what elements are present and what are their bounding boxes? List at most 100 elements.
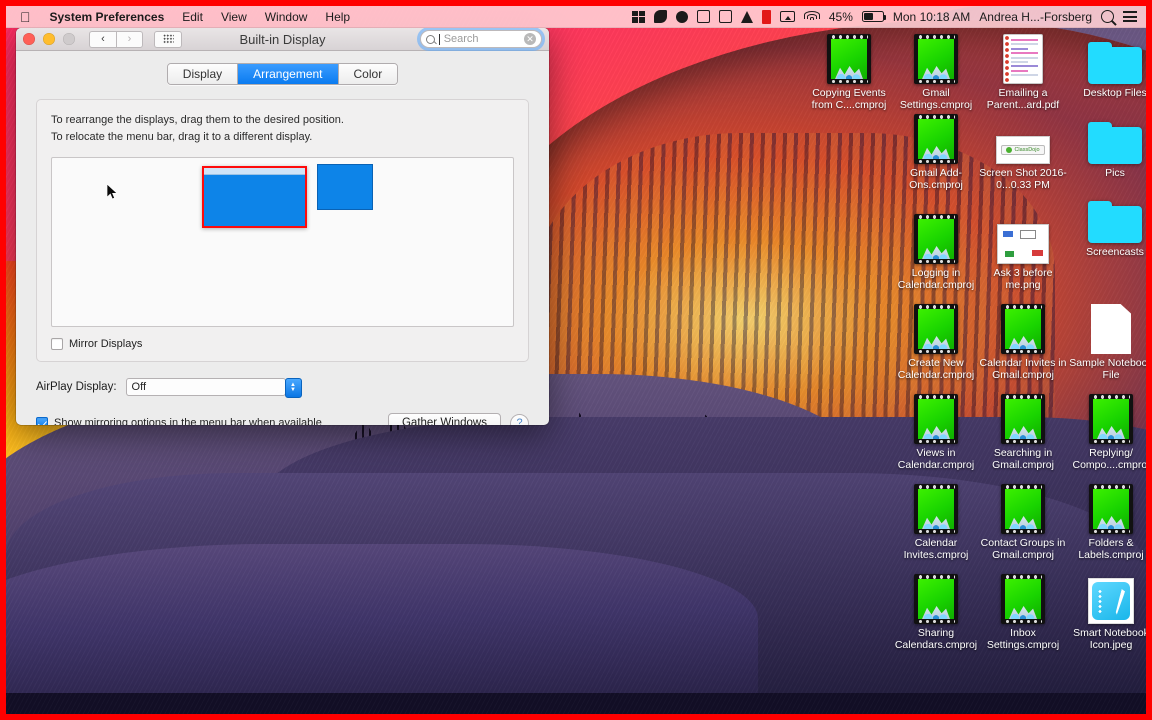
display-menu-bar-strip[interactable] (204, 168, 305, 176)
desktop-icon[interactable]: Pics (1067, 112, 1146, 179)
window-title-bar[interactable]: ‹ › Built-in Display ✕ (16, 28, 549, 51)
cmproj-file-icon (888, 572, 984, 624)
desktop-icon-label: Contact Groups in Gmail.cmproj (980, 537, 1066, 562)
mirror-displays-checkbox[interactable] (51, 338, 63, 351)
show-mirroring-label: Show mirroring options in the menu bar w… (54, 417, 322, 425)
primary-display-rect[interactable] (202, 166, 307, 229)
desktop-icon[interactable]: Searching in Gmail.cmproj (975, 392, 1071, 472)
png-file-icon (975, 212, 1071, 264)
navigation-buttons: ‹ › (89, 30, 143, 48)
help-button[interactable]: ? (510, 413, 529, 425)
desktop-icon-label: Sharing Calendars.cmproj (894, 627, 978, 652)
archive-icon[interactable] (718, 10, 732, 23)
desktop-icon-label: Desktop Files (1083, 87, 1146, 99)
show-all-grid-icon (162, 34, 174, 44)
system-preferences-window: ‹ › Built-in Display ✕ Display Arrangeme… (16, 28, 549, 425)
clear-search-icon[interactable]: ✕ (524, 33, 536, 45)
apple-logo-icon[interactable]:  (12, 6, 41, 28)
desktop-icon-label: Calendar Invites in Gmail.cmproj (979, 357, 1067, 382)
desktop-icon[interactable]: Logging in Calendar.cmproj (888, 212, 984, 292)
traffic-lights (23, 33, 75, 45)
hint-line-1: To rearrange the displays, drag them to … (51, 114, 344, 126)
show-all-button[interactable] (154, 30, 182, 48)
minimize-button[interactable] (43, 33, 55, 45)
airplay-display-select[interactable]: Off ▲ ▼ (125, 378, 302, 399)
screen-recording-frame: Copying Events from C....cmproj Gmail Set… (0, 0, 1152, 720)
menu-help[interactable]: Help (316, 6, 359, 28)
text-caret (439, 33, 440, 45)
menu-system-preferences[interactable]: System Preferences (41, 6, 174, 28)
desktop-icon[interactable]: Views in Calendar.cmproj (888, 392, 984, 472)
desktop-icon[interactable]: Copying Events from C....cmproj (801, 32, 897, 112)
menu-window[interactable]: Window (256, 6, 317, 28)
desktop-icon[interactable]: Smart Notebook Icon.jpeg (1063, 572, 1146, 652)
menu-view[interactable]: View (212, 6, 256, 28)
tab-display[interactable]: Display (167, 64, 239, 84)
mirror-displays-row[interactable]: Mirror Displays (51, 338, 514, 351)
recording-icon[interactable] (761, 9, 771, 24)
zoom-button[interactable] (63, 33, 75, 45)
desktop-icon-label: Folders & Labels.cmproj (1078, 537, 1144, 562)
jpeg-file-icon (1063, 572, 1146, 624)
desktop-icon-label: Copying Events from C....cmproj (811, 87, 887, 112)
menu-bar-clock[interactable]: Mon 10:18 AM (893, 10, 970, 24)
tab-color[interactable]: Color (338, 64, 398, 84)
cmproj-file-icon (888, 212, 984, 264)
dropbox-icon[interactable] (740, 10, 753, 23)
desktop-icon[interactable]: Replying/ Compo....cmproj (1063, 392, 1146, 472)
search-field[interactable]: ✕ (420, 30, 542, 48)
desktop-icon[interactable]: Ask 3 before me.png (975, 212, 1071, 292)
tab-bar: Display Arrangement Color (36, 63, 529, 85)
spotlight-search-icon[interactable] (1101, 10, 1114, 23)
desktop-icon[interactable]: Calendar Invites.cmproj (888, 482, 984, 562)
desktop-icon[interactable]: Sharing Calendars.cmproj (888, 572, 984, 652)
desktop-icon[interactable]: Inbox Settings.cmproj (975, 572, 1071, 652)
desktop-icon-label: Pics (1105, 167, 1125, 179)
desktop-icon[interactable]: Create New Calendar.cmproj (888, 302, 984, 382)
desktop-icon[interactable]: Gmail Add-Ons.cmproj (888, 112, 984, 192)
desktop-icon-label: Ask 3 before me.png (993, 267, 1053, 292)
close-button[interactable] (23, 33, 35, 45)
desktop-icon[interactable]: Folders & Labels.cmproj (1063, 482, 1146, 562)
airplay-icon[interactable] (779, 11, 795, 22)
menu-edit[interactable]: Edit (173, 6, 212, 28)
window-bottom-row: Show mirroring options in the menu bar w… (36, 413, 529, 425)
desktop-icon-label: Sample Notebook File (1069, 357, 1146, 382)
current-user-label[interactable]: Andrea H...-Forsberg (979, 10, 1092, 24)
battery-icon[interactable] (861, 11, 887, 22)
desktop-icon[interactable]: Calendar Invites in Gmail.cmproj (975, 302, 1071, 382)
notification-center-icon[interactable] (1123, 11, 1137, 22)
airplay-display-row: AirPlay Display: Off ▲ ▼ (36, 378, 529, 399)
folder-file-icon (1067, 112, 1146, 164)
mirror-displays-label: Mirror Displays (69, 338, 143, 351)
tab-arrangement[interactable]: Arrangement (238, 64, 339, 84)
gather-windows-button[interactable]: Gather Windows (387, 413, 501, 425)
desktop-icon[interactable]: Screencasts (1067, 191, 1146, 258)
display-arrangement-canvas[interactable] (51, 157, 514, 328)
search-input[interactable] (443, 33, 520, 45)
arrangement-panel: To rearrange the displays, drag them to … (36, 99, 529, 363)
desktop-icon[interactable]: ClassDojo Screen Shot 2016-0...0.33 PM (975, 112, 1071, 192)
snagit-icon[interactable] (696, 10, 710, 23)
desktop-icon[interactable]: Contact Groups in Gmail.cmproj (975, 482, 1071, 562)
desktop-icon[interactable]: Desktop Files (1067, 32, 1146, 99)
droplr-icon[interactable] (675, 10, 688, 23)
chevron-updown-icon[interactable]: ▲ ▼ (284, 378, 302, 399)
secondary-display-rect[interactable] (317, 164, 373, 211)
show-mirroring-checkbox[interactable] (36, 417, 48, 425)
back-button[interactable]: ‹ (89, 30, 116, 48)
cmproj-file-icon (801, 32, 897, 84)
evernote-icon[interactable] (653, 10, 667, 23)
cmproj-file-icon (888, 482, 984, 534)
mouse-cursor-icon (107, 184, 118, 200)
desktop-icon[interactable]: Sample Notebook File (1063, 302, 1146, 382)
folder-file-icon (1067, 191, 1146, 243)
wifi-icon[interactable] (803, 10, 820, 23)
menu-bar-status-area: 45% Mon 10:18 AM Andrea H...-Forsberg (631, 9, 1140, 24)
cmproj-file-icon (975, 572, 1071, 624)
desktop-icon[interactable]: Emailing a Parent...ard.pdf (975, 32, 1071, 112)
forward-button[interactable]: › (116, 30, 143, 48)
display-arrangement-icon[interactable] (631, 10, 645, 23)
desktop-icon[interactable]: Gmail Settings.cmproj (888, 32, 984, 112)
desktop-icon-label: Screencasts (1086, 246, 1144, 258)
